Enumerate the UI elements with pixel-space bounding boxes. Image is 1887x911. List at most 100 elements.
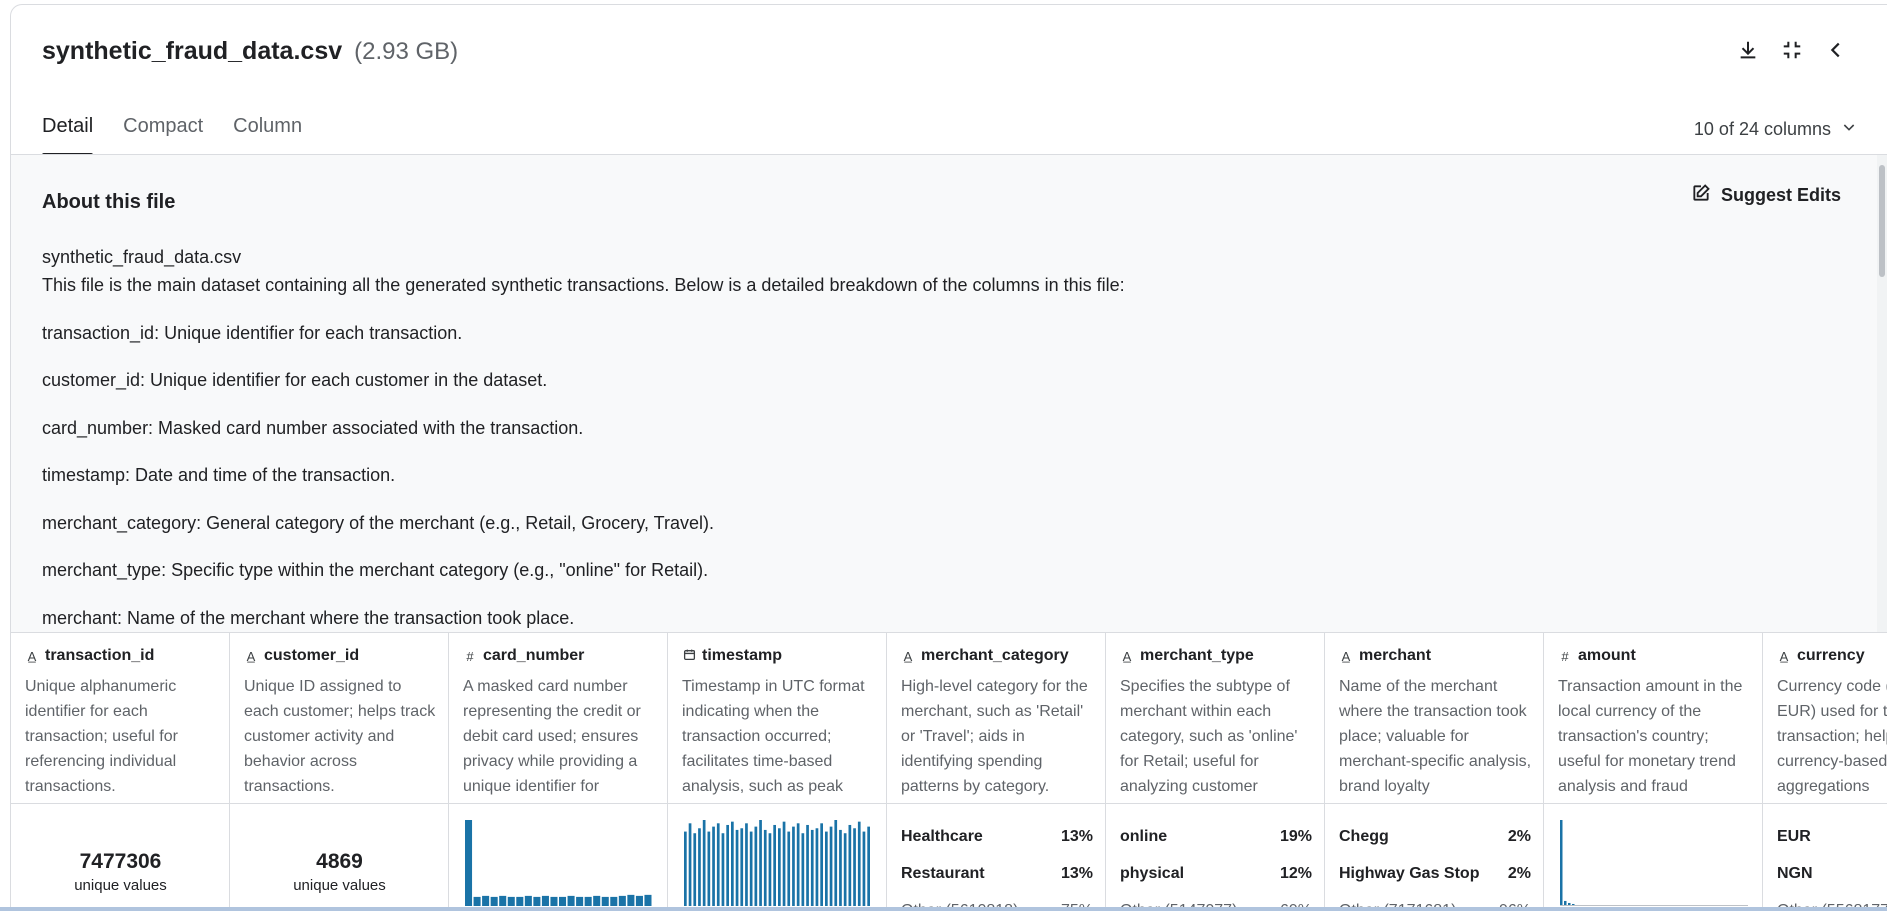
histogram-bar bbox=[735, 829, 739, 906]
column-name: customer_id bbox=[264, 647, 360, 664]
histogram-bar bbox=[712, 826, 715, 906]
histogram-bar bbox=[843, 833, 847, 906]
top-value: EUR bbox=[1777, 828, 1887, 846]
top-value: physical 12% bbox=[1120, 865, 1312, 883]
histogram-bar bbox=[801, 833, 805, 906]
histogram-bar bbox=[829, 826, 833, 906]
column-header: # amount bbox=[1558, 647, 1636, 665]
column-card-timestamp[interactable]: timestamp Timestamp in UTC format indica… bbox=[668, 633, 887, 910]
columns-selector-label: 10 of 24 columns bbox=[1693, 119, 1831, 139]
top-value-pct: 2% bbox=[1507, 828, 1531, 845]
top-value-label: Healthcare bbox=[901, 828, 983, 845]
column-grid: A̲ transaction_id Unique alphanumeric id… bbox=[11, 632, 1887, 910]
histogram-bar bbox=[759, 820, 762, 906]
histogram-bar bbox=[610, 896, 618, 906]
histogram-bar bbox=[567, 895, 575, 906]
histogram-bar bbox=[584, 896, 592, 906]
about-item: merchant: Name of the merchant where the… bbox=[42, 607, 575, 628]
chevron-left-icon[interactable] bbox=[1823, 37, 1849, 63]
histogram-bar bbox=[601, 896, 609, 906]
numeric-type-icon: # bbox=[1561, 648, 1569, 664]
column-card-merchant-category[interactable]: A̲ merchant_category High-level category… bbox=[887, 633, 1106, 910]
amount-histogram bbox=[1560, 820, 1748, 906]
histogram-bar bbox=[815, 828, 819, 906]
column-header: A̲ merchant_type bbox=[1120, 647, 1254, 665]
column-description: Transaction amount in the local currency… bbox=[1558, 678, 1743, 795]
top-value-label: EUR bbox=[1777, 828, 1811, 845]
about-item: merchant_type: Specific type within the … bbox=[42, 560, 709, 580]
top-value-label: online bbox=[1120, 828, 1168, 845]
column-card-merchant-type[interactable]: A̲ merchant_type Specifies the subtype o… bbox=[1106, 633, 1325, 910]
column-card-customer-id[interactable]: A̲ customer_id Unique ID assigned to eac… bbox=[230, 633, 449, 910]
histogram-bar bbox=[698, 828, 701, 906]
top-value-label: Highway Gas Stop bbox=[1339, 865, 1480, 882]
histogram-bar bbox=[644, 894, 652, 906]
column-card-transaction-id[interactable]: A̲ transaction_id Unique alphanumeric id… bbox=[11, 633, 230, 910]
column-card-currency[interactable]: A̲ currency Currency code (e.g., USD, EU… bbox=[1763, 633, 1887, 910]
histogram-bar bbox=[559, 896, 567, 906]
histogram-bar bbox=[465, 820, 473, 906]
suggest-edits-label: Suggest Edits bbox=[1720, 185, 1841, 205]
numeric-type-icon: # bbox=[466, 648, 474, 664]
histogram-bar bbox=[688, 823, 692, 906]
histogram-bar bbox=[499, 895, 507, 906]
scrollbar-thumb[interactable] bbox=[1879, 165, 1885, 277]
column-header: A̲ customer_id bbox=[244, 647, 359, 665]
suggest-edits-button[interactable]: Suggest Edits bbox=[1691, 183, 1841, 208]
vertical-scrollbar[interactable] bbox=[1877, 155, 1887, 633]
unique-count: 7477306 bbox=[79, 850, 162, 873]
histogram-bar bbox=[787, 831, 791, 906]
download-icon[interactable] bbox=[1735, 37, 1761, 63]
string-type-icon: A̲ bbox=[27, 648, 37, 664]
columns-selector[interactable]: 10 of 24 columns bbox=[1694, 119, 1857, 140]
column-name: currency bbox=[1797, 647, 1865, 664]
histogram-bar bbox=[627, 894, 635, 906]
histogram-bar bbox=[862, 831, 866, 906]
histogram-bar bbox=[726, 824, 729, 906]
histogram-bar bbox=[550, 896, 558, 906]
column-description: Unique ID assigned to each customer; hel… bbox=[244, 678, 436, 795]
top-value-pct: 13% bbox=[1060, 865, 1093, 882]
tab-compact[interactable]: Compact bbox=[123, 115, 203, 156]
histogram-bar bbox=[684, 831, 687, 906]
top-value-pct: 12% bbox=[1279, 865, 1312, 882]
column-name: transaction_id bbox=[45, 647, 155, 664]
histogram-bar bbox=[749, 831, 753, 906]
histogram-bar bbox=[541, 895, 549, 906]
column-card-amount[interactable]: # amount Transaction amount in the local… bbox=[1544, 633, 1763, 910]
top-value-label: Chegg bbox=[1339, 828, 1389, 845]
string-type-icon: A̲ bbox=[246, 648, 256, 664]
histogram-bar bbox=[796, 823, 800, 906]
file-size: (2.93 GB) bbox=[354, 38, 459, 65]
histogram-bar bbox=[825, 831, 828, 906]
histogram-bar bbox=[820, 823, 823, 906]
calendar-icon bbox=[682, 648, 696, 664]
top-value-pct: 13% bbox=[1060, 828, 1093, 845]
histogram-bar bbox=[778, 828, 781, 906]
column-header: A̲ merchant bbox=[1339, 647, 1431, 665]
column-header: timestamp bbox=[682, 647, 782, 665]
tab-detail[interactable]: Detail bbox=[42, 115, 94, 156]
histogram-bar bbox=[763, 829, 767, 906]
histogram-bar bbox=[635, 895, 643, 906]
file-title: synthetic_fraud_data.csv bbox=[42, 37, 343, 65]
histogram-bar bbox=[524, 895, 532, 906]
top-value-label: NGN bbox=[1777, 865, 1813, 882]
column-description: Unique alphanumeric identifier for each … bbox=[25, 678, 178, 795]
top-value: Highway Gas Stop 2% bbox=[1339, 865, 1531, 883]
bottom-scroll-track[interactable] bbox=[0, 907, 1887, 911]
column-card-merchant[interactable]: A̲ merchant Name of the merchant where t… bbox=[1325, 633, 1544, 910]
unique-values: 4869 unique values bbox=[230, 850, 449, 894]
histogram-bar bbox=[473, 896, 481, 906]
about-section: About this file Suggest Edits synthetic_… bbox=[11, 155, 1877, 633]
top-value: NGN bbox=[1777, 865, 1887, 883]
tab-column[interactable]: Column bbox=[233, 115, 302, 156]
histogram-bar bbox=[839, 829, 842, 906]
unique-label: unique values bbox=[293, 877, 386, 894]
column-card-card-number[interactable]: # card_number A masked card number repre… bbox=[449, 633, 668, 910]
about-title: About this file bbox=[42, 191, 176, 213]
histogram-bar bbox=[507, 896, 515, 906]
column-name: amount bbox=[1578, 647, 1636, 664]
collapse-icon[interactable] bbox=[1779, 37, 1805, 63]
top-value: Restaurant 13% bbox=[901, 865, 1093, 883]
